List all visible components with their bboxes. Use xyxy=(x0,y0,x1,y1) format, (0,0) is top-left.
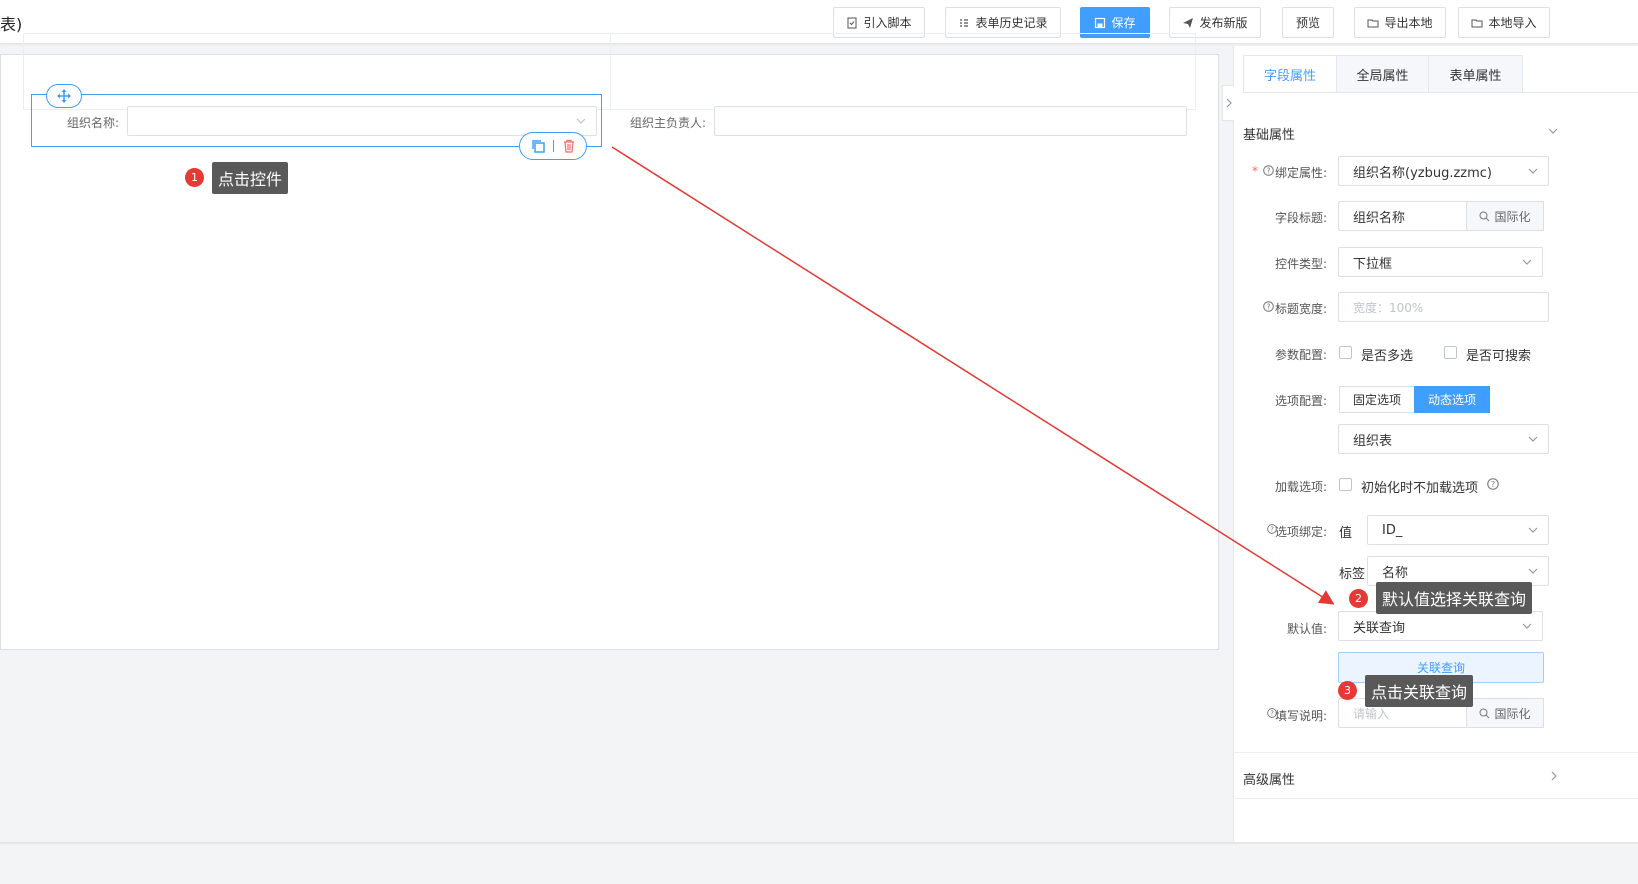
chevron-down-icon xyxy=(1528,168,1538,174)
save-icon xyxy=(1095,17,1106,28)
multi-select-text: 是否多选 xyxy=(1361,349,1414,364)
field-title-label: 字段标题: xyxy=(1274,211,1327,225)
field-title-input[interactable]: 组织名称 国际化 xyxy=(1338,201,1544,231)
fixed-options-button[interactable]: 固定选项 xyxy=(1339,386,1415,413)
chevron-right-icon[interactable] xyxy=(1550,771,1558,781)
option-bind-label: 选项绑定: xyxy=(1274,525,1327,539)
field1-label: 组织名称: xyxy=(67,116,120,130)
folder-icon xyxy=(1471,19,1483,27)
help-icon: ? xyxy=(1487,478,1499,490)
step2-tooltip: 默认值选择关联查询 xyxy=(1376,582,1533,614)
i18n-button[interactable]: 国际化 xyxy=(1466,201,1544,231)
panel-tabs: 字段属性 全局属性 表单属性 xyxy=(1243,55,1523,93)
dynamic-options-button[interactable]: 动态选项 xyxy=(1414,386,1490,413)
chevron-down-icon xyxy=(1528,568,1538,574)
chevron-down-icon xyxy=(576,118,586,124)
chevron-down-icon xyxy=(1528,436,1538,442)
chevron-down-icon xyxy=(1528,527,1538,533)
preview-button[interactable]: 预览 xyxy=(1282,7,1334,38)
default-value-select[interactable]: 关联查询 xyxy=(1338,611,1543,641)
chevron-down-icon xyxy=(1522,623,1532,629)
searchable-checkbox[interactable] xyxy=(1444,346,1457,359)
title-width-label: 标题宽度: xyxy=(1274,302,1327,316)
step1-badge: 1 xyxy=(185,168,204,187)
copy-icon[interactable] xyxy=(530,138,546,154)
tab-field-props[interactable]: 字段属性 xyxy=(1243,55,1337,93)
step2-badge: 2 xyxy=(1349,589,1368,608)
move-icon[interactable] xyxy=(46,84,82,108)
bind-attr-select[interactable]: 组织名称(yzbug.zzmc) xyxy=(1338,156,1549,186)
step3-tooltip: 点击关联查询 xyxy=(1365,675,1474,707)
step1-tooltip: 点击控件 xyxy=(212,162,289,194)
export-local-button[interactable]: 导出本地 xyxy=(1354,7,1446,38)
fill-desc-label: 填写说明: xyxy=(1274,709,1327,723)
folder-icon xyxy=(1367,19,1379,27)
bind-attr-label: 绑定属性: xyxy=(1274,166,1327,180)
control-type-label: 控件类型: xyxy=(1274,257,1327,271)
advanced-section-title[interactable]: 高级属性 xyxy=(1243,769,1295,788)
import-local-button[interactable]: 本地导入 xyxy=(1458,7,1550,38)
chevron-down-icon[interactable] xyxy=(1548,127,1558,135)
load-option-label: 加载选项: xyxy=(1274,480,1327,494)
script-icon xyxy=(847,17,857,28)
no-init-load-text: 初始化时不加载选项 xyxy=(1361,481,1479,496)
send-icon xyxy=(1183,17,1194,28)
page-title: 表) xyxy=(0,15,23,34)
chevron-right-icon xyxy=(1226,98,1232,108)
control-actions xyxy=(519,132,587,160)
title-width-input[interactable]: 宽度：100% xyxy=(1338,292,1549,322)
trash-icon[interactable] xyxy=(562,139,576,153)
field2-label: 组织主负责人: xyxy=(630,116,707,130)
tab-global-props[interactable]: 全局属性 xyxy=(1337,55,1429,93)
value-field-select[interactable]: ID_ xyxy=(1367,515,1549,545)
search-icon xyxy=(1479,211,1490,221)
search-icon xyxy=(1479,708,1490,718)
no-init-load-checkbox[interactable] xyxy=(1339,478,1352,491)
option-source-select[interactable]: 组织表 xyxy=(1338,424,1549,454)
org-name-select[interactable] xyxy=(127,106,597,136)
param-config-label: 参数配置: xyxy=(1274,348,1327,362)
multi-select-checkbox[interactable] xyxy=(1339,346,1352,359)
step3-badge: 3 xyxy=(1338,681,1357,700)
control-type-select[interactable]: 下拉框 xyxy=(1338,247,1543,277)
default-value-label: 默认值: xyxy=(1286,622,1327,636)
option-config-label: 选项配置: xyxy=(1274,394,1327,408)
tag-label: 标签 xyxy=(1339,567,1366,582)
list-icon xyxy=(960,18,969,27)
chevron-down-icon xyxy=(1522,259,1532,265)
tab-form-props[interactable]: 表单属性 xyxy=(1429,55,1523,93)
basic-section-title[interactable]: 基础属性 xyxy=(1243,124,1295,143)
value-label: 值 xyxy=(1339,526,1353,541)
collapse-panel-button[interactable] xyxy=(1222,85,1234,121)
svg-text:?: ? xyxy=(1491,479,1495,489)
searchable-text: 是否可搜索 xyxy=(1466,349,1532,364)
org-head-input[interactable] xyxy=(714,106,1187,136)
i18n-button[interactable]: 国际化 xyxy=(1466,698,1544,728)
